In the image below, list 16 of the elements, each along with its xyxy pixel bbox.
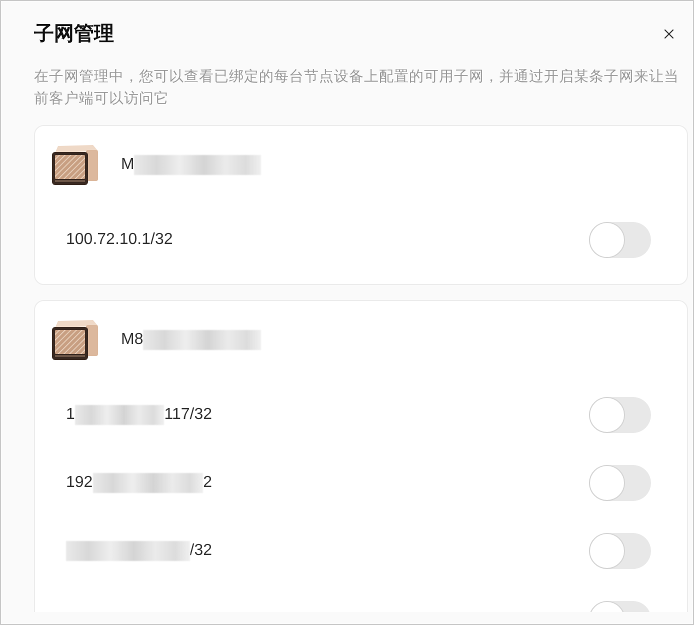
subnet-address: 100.72.10.1/32	[66, 230, 173, 250]
device-box-icon	[52, 320, 98, 360]
toggle-switch[interactable]	[589, 533, 651, 569]
device-box-icon	[52, 145, 98, 185]
subnet-address: 117/32	[164, 405, 212, 425]
subnet-address: 2	[203, 473, 212, 493]
toggle-switch[interactable]	[589, 397, 651, 433]
dialog-title: 子网管理	[34, 22, 114, 47]
subnet-address: 192	[66, 473, 93, 493]
subnet-address: /32	[190, 541, 212, 561]
toggle-switch[interactable]	[589, 465, 651, 501]
toggle-switch[interactable]	[589, 222, 651, 258]
subnet-address: 1	[66, 405, 75, 425]
dialog-description: 在子网管理中，您可以查看已绑定的每台节点设备上配置的可用子网，并通过开启某条子网来让当前客户端可以访问它	[34, 68, 680, 109]
device-name: M8	[121, 330, 144, 350]
device-name: M	[121, 155, 134, 175]
